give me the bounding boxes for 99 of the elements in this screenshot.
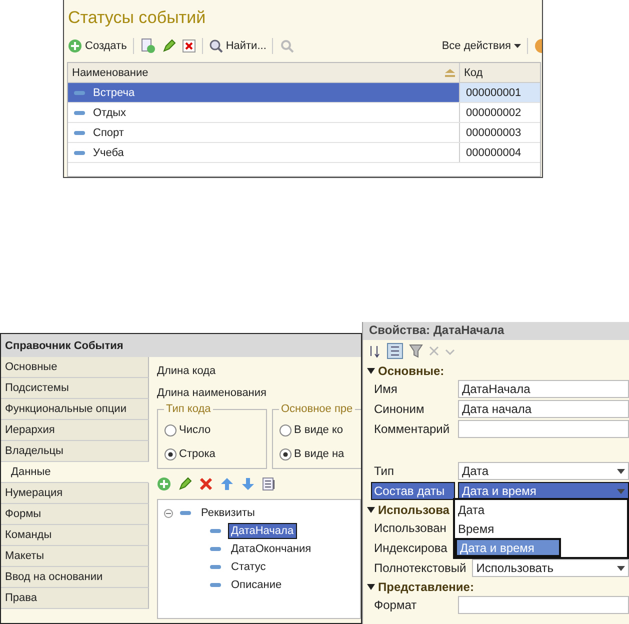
- table-cell-text: 000000004: [465, 146, 522, 160]
- field-label: Длина кода: [157, 365, 216, 379]
- dash-icon: [180, 511, 191, 515]
- tree-item[interactable]: Реквизиты: [198, 505, 258, 521]
- radio-option[interactable]: В виде ко: [279, 418, 361, 442]
- property-label: Индексирова: [373, 540, 448, 557]
- sidebar-item[interactable]: Нумерация: [1, 483, 149, 504]
- copy-icon[interactable]: [140, 38, 156, 54]
- sidebar-item[interactable]: Макеты: [1, 546, 149, 567]
- table-row[interactable]: Спорт 000000003: [68, 123, 540, 143]
- panel-title: Свойства: ДатаНачала: [363, 322, 629, 340]
- dropdown-option[interactable]: Время: [455, 519, 627, 538]
- radio-option[interactable]: Число: [164, 418, 260, 442]
- pencil-icon[interactable]: [178, 477, 192, 491]
- section-title: Основные:: [378, 364, 444, 378]
- dropdown-arrow-icon[interactable]: [617, 566, 625, 570]
- radio-button[interactable]: [279, 448, 292, 460]
- sidebar-item[interactable]: Владельцы: [1, 441, 149, 462]
- add-icon[interactable]: [157, 477, 171, 491]
- pencil-icon[interactable]: [162, 39, 176, 53]
- section-title: Представление:: [378, 580, 474, 594]
- property-label: Состав даты: [371, 482, 455, 500]
- collapse-icon[interactable]: [164, 508, 173, 518]
- table-cell-text: 000000003: [465, 126, 522, 140]
- tree-item[interactable]: ДатаНачала: [228, 523, 297, 539]
- sidebar-item[interactable]: Команды: [1, 525, 149, 546]
- radio-button[interactable]: [279, 424, 292, 436]
- sidebar-item[interactable]: Права: [1, 588, 149, 609]
- radio-button[interactable]: [164, 424, 177, 436]
- radio-option[interactable]: В виде на: [279, 442, 361, 466]
- up-arrow-icon[interactable]: [220, 477, 234, 491]
- tree-item[interactable]: ДатаОкончания: [228, 541, 314, 557]
- text-field[interactable]: [458, 596, 629, 614]
- property-label: Полнотекстовый: [373, 560, 468, 577]
- table-row[interactable]: Встреча 000000001: [68, 83, 540, 103]
- table-cell: Отдых: [68, 103, 460, 122]
- dash-icon: [74, 150, 85, 154]
- window-title: Справочник События: [1, 334, 361, 357]
- plus-icon: [68, 39, 82, 53]
- sidebar-item[interactable]: Функциональные опции: [1, 399, 149, 420]
- tree-item[interactable]: Описание: [228, 577, 285, 593]
- search-icon: [208, 39, 223, 53]
- expand-arrow-icon[interactable]: [367, 584, 375, 590]
- column-header[interactable]: Код: [460, 63, 540, 82]
- text-field[interactable]: [458, 420, 629, 438]
- sidebar-item[interactable]: Ввод на основании: [1, 567, 149, 588]
- dropdown-option[interactable]: Дата: [455, 500, 627, 519]
- dropdown-arrow-icon[interactable]: [617, 468, 625, 474]
- delete-icon[interactable]: [199, 477, 213, 491]
- column-header[interactable]: Наименование: [68, 63, 460, 82]
- dash-icon: [74, 110, 85, 114]
- sidebar-item[interactable]: Иерархия: [1, 420, 149, 441]
- table-cell-text: 000000002: [465, 106, 522, 120]
- all-actions-button[interactable]: Все действия: [442, 40, 521, 52]
- tree-item[interactable]: Статус: [228, 559, 269, 575]
- dash-icon: [210, 529, 221, 533]
- down-arrow-icon[interactable]: [241, 477, 255, 491]
- dash-icon: [210, 547, 221, 551]
- categories-icon[interactable]: [387, 343, 403, 359]
- sort-icon: [445, 68, 455, 76]
- filter-icon[interactable]: [409, 344, 423, 358]
- combo-field[interactable]: Использовать: [472, 559, 629, 577]
- table-cell: Спорт: [68, 123, 460, 142]
- create-button[interactable]: Создать: [68, 39, 127, 53]
- radio-button[interactable]: [164, 448, 177, 460]
- table-cell: Учеба: [68, 143, 460, 162]
- caret-icon: [514, 44, 521, 48]
- sidebar-item[interactable]: Подсистемы: [1, 378, 149, 399]
- group-title: Тип кода: [164, 403, 213, 415]
- property-label: Формат: [373, 597, 418, 614]
- table-cell: 000000001: [460, 83, 540, 102]
- expand-arrow-icon[interactable]: [367, 506, 375, 512]
- table-row[interactable]: Отдых 000000002: [68, 103, 540, 123]
- text-field[interactable]: Дата начала: [458, 400, 629, 418]
- sidebar-item[interactable]: Основные: [1, 357, 149, 378]
- sort-icon[interactable]: [369, 344, 381, 358]
- table-row[interactable]: Учеба 000000004: [68, 143, 540, 163]
- dash-icon: [210, 583, 221, 587]
- find-button[interactable]: Найти...: [208, 39, 266, 53]
- sidebar-item[interactable]: Формы: [1, 504, 149, 525]
- property-label: Синоним: [373, 401, 426, 418]
- property-label: Использован: [373, 520, 448, 537]
- dash-icon: [74, 90, 85, 94]
- text-field[interactable]: ДатаНачала: [458, 380, 629, 398]
- group-title: Основное пре: [279, 403, 355, 415]
- table-cell: Встреча: [68, 83, 460, 102]
- delete-icon[interactable]: [182, 39, 196, 53]
- radio-option[interactable]: Строка: [164, 442, 260, 466]
- dash-icon: [210, 565, 221, 569]
- dash-icon: [74, 130, 85, 134]
- expand-arrow-icon[interactable]: [367, 368, 375, 374]
- section-title: Использова: [378, 502, 450, 516]
- property-label: Тип: [373, 463, 396, 480]
- combo-field[interactable]: Дата: [458, 462, 629, 480]
- field-label: Длина наименования: [157, 387, 266, 401]
- window-title: Статусы событий: [67, 7, 207, 29]
- property-label: Комментарий: [373, 421, 451, 438]
- property-label: Имя: [373, 381, 398, 398]
- list-icon[interactable]: [262, 477, 276, 491]
